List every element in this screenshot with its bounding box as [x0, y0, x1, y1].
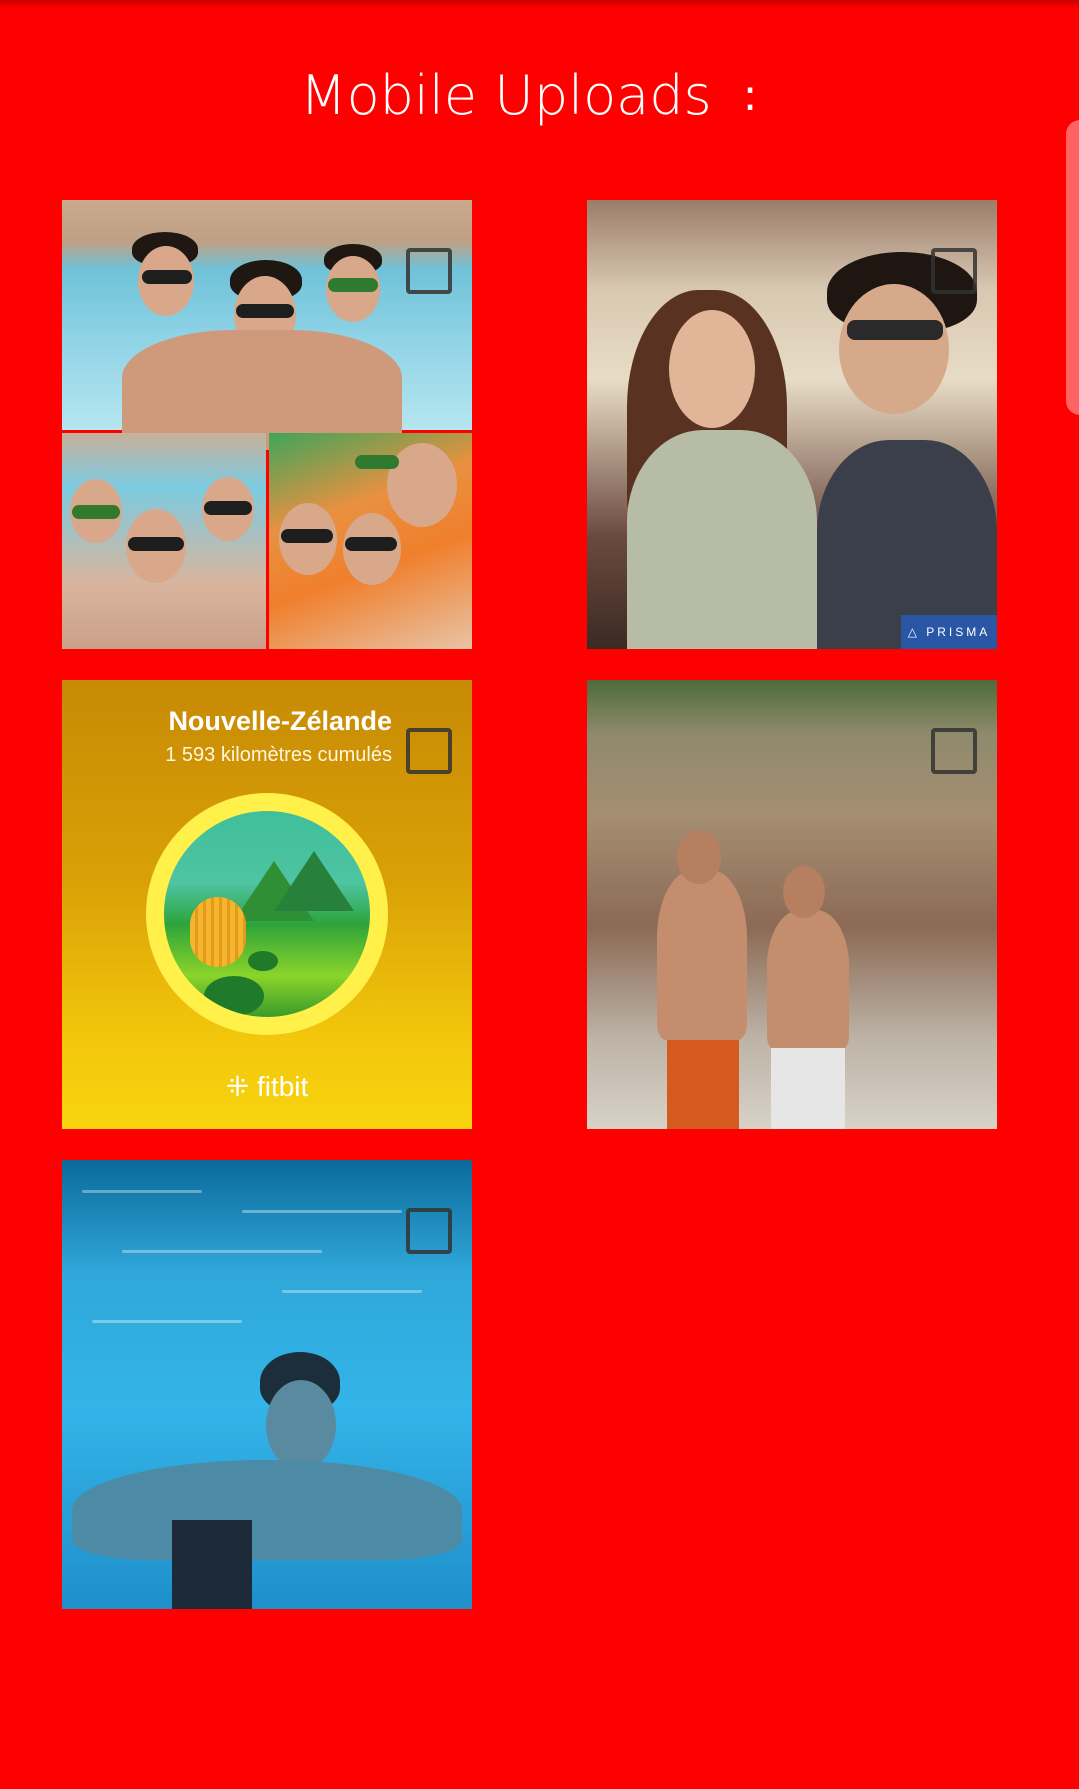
page-title: Mobile Uploads — [300, 64, 712, 127]
badge-subtitle: 1 593 kilomètres cumulés — [165, 744, 392, 766]
select-checkbox[interactable] — [931, 728, 977, 774]
header: Mobile Uploads : — [0, 55, 1079, 135]
photo-thumbnail-5[interactable] — [62, 1160, 472, 1609]
photo-thumbnail-2[interactable]: △ PRISMA — [587, 200, 997, 649]
fitbit-dots-icon: ⁜ — [225, 1071, 257, 1102]
overflow-menu-button[interactable]: : — [730, 63, 770, 129]
triangle-icon: △ — [907, 625, 927, 639]
badge-medal-icon — [146, 793, 388, 1035]
collage-top-image — [62, 200, 472, 450]
fast-scroll-handle[interactable] — [1066, 120, 1079, 415]
fitbit-logo: ⁜ fitbit — [62, 1070, 472, 1103]
badge-title: Nouvelle-Zélande — [168, 706, 392, 736]
photo-thumbnail-1[interactable] — [62, 200, 472, 649]
prisma-label: PRISMA — [926, 625, 991, 639]
select-checkbox[interactable] — [406, 248, 452, 294]
select-checkbox[interactable] — [406, 1208, 452, 1254]
photo-thumbnail-4[interactable] — [587, 680, 997, 1129]
photo-thumbnail-3[interactable]: Nouvelle-Zélande 1 593 kilomètres cumulé… — [62, 680, 472, 1129]
collage-bottom-right-image — [269, 433, 472, 649]
status-bar-shadow — [0, 0, 1079, 8]
prisma-watermark: △ PRISMA — [901, 615, 997, 649]
collage-bottom-left-image — [62, 433, 266, 649]
fitbit-logo-text: fitbit — [256, 1071, 309, 1102]
select-checkbox[interactable] — [931, 248, 977, 294]
select-checkbox[interactable] — [406, 728, 452, 774]
